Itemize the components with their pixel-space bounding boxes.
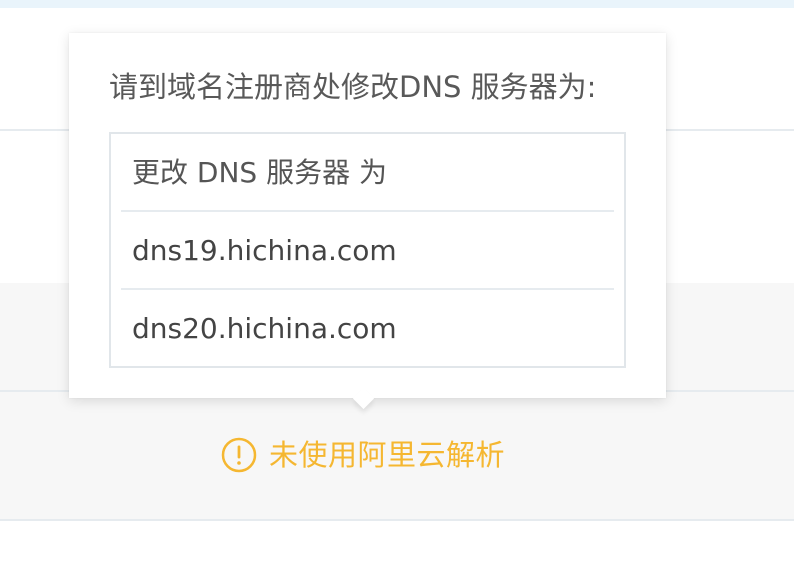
dns-server-value: dns19.hichina.com xyxy=(132,234,397,267)
warning-circle-icon xyxy=(221,437,257,473)
dns-status-link[interactable]: 未使用阿里云解析 xyxy=(221,437,505,473)
table-header: 更改 DNS 服务器 为 xyxy=(132,156,387,189)
table-header-row: 更改 DNS 服务器 为 xyxy=(121,134,614,212)
table-row: dns20.hichina.com xyxy=(121,290,614,368)
dns-server-popover: 请到域名注册商处修改DNS 服务器为: 更改 DNS 服务器 为 dns19.h… xyxy=(69,33,666,410)
dns-server-table: 更改 DNS 服务器 为 dns19.hichina.com dns20.hic… xyxy=(109,132,626,368)
popover-title: 请到域名注册商处修改DNS 服务器为: xyxy=(109,70,597,104)
dns-status-text: 未使用阿里云解析 xyxy=(269,438,506,472)
top-strip xyxy=(0,0,794,8)
row-divider xyxy=(0,519,794,521)
table-row: dns19.hichina.com xyxy=(121,212,614,290)
dns-server-value: dns20.hichina.com xyxy=(132,312,397,345)
